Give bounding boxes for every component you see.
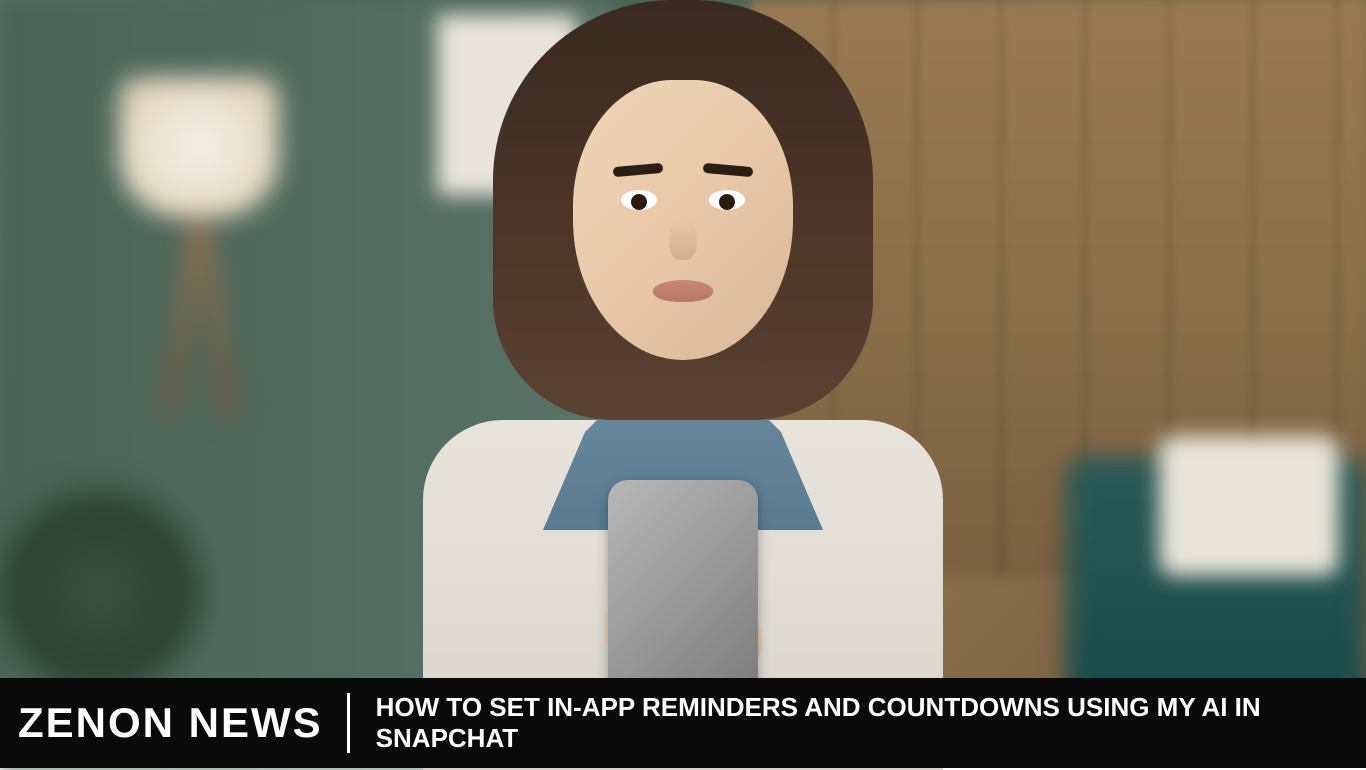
brand-logo-text: ZENON NEWS	[18, 699, 323, 747]
background-plant	[0, 491, 200, 691]
banner-divider	[347, 693, 350, 753]
brand-section: ZENON NEWS	[0, 678, 341, 768]
person-illustration	[433, 0, 933, 768]
background-lamp	[109, 77, 289, 457]
article-title: HOW TO SET IN-APP REMINDERS AND COUNTDOW…	[376, 692, 1346, 754]
title-section: HOW TO SET IN-APP REMINDERS AND COUNTDOW…	[356, 692, 1366, 754]
article-hero-image: ZENON NEWS HOW TO SET IN-APP REMINDERS A…	[0, 0, 1366, 768]
article-banner: ZENON NEWS HOW TO SET IN-APP REMINDERS A…	[0, 678, 1366, 768]
background-pillow	[1159, 436, 1339, 576]
